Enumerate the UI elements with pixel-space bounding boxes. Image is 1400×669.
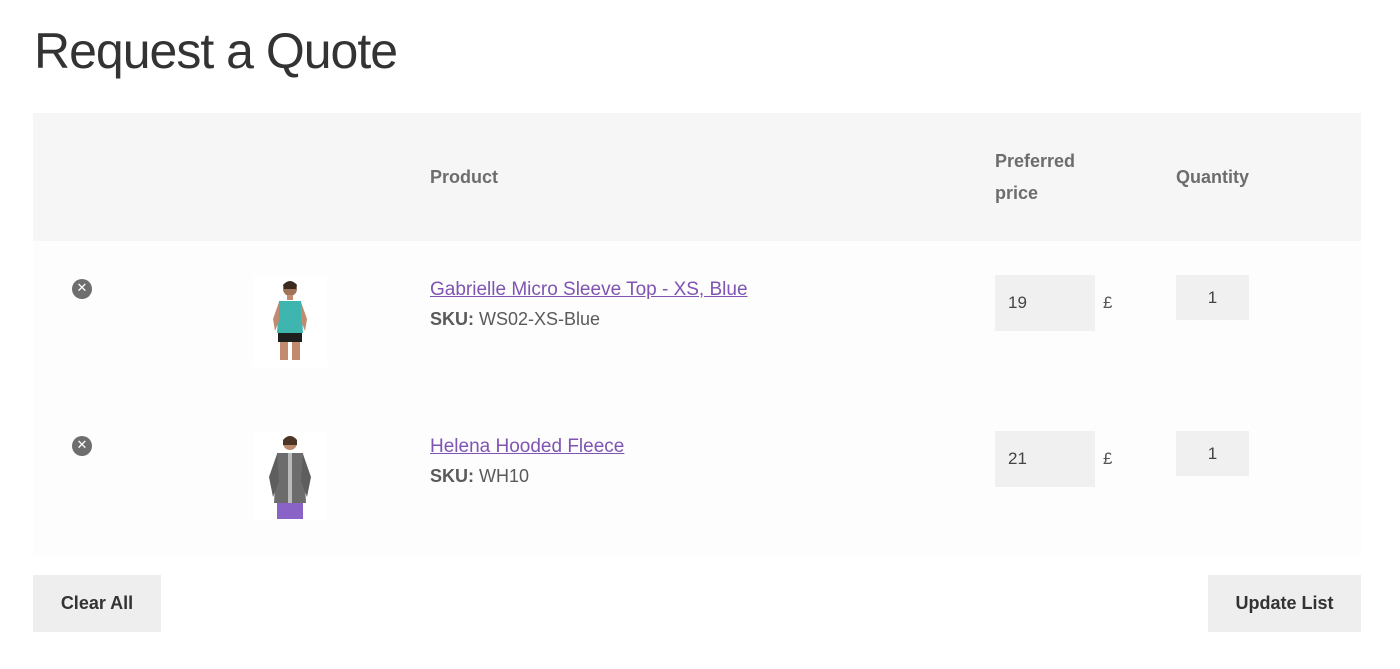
currency-symbol: £: [1103, 449, 1113, 468]
preferred-price-input[interactable]: [995, 275, 1095, 331]
product-link[interactable]: Helena Hooded Fleece: [430, 436, 624, 458]
sku-label: SKU:: [430, 309, 474, 329]
quantity-input[interactable]: [1176, 431, 1249, 476]
product-sku: SKU: WH10: [430, 466, 995, 487]
product-image-woman-grey-hoodie: [269, 436, 311, 519]
preferred-price-input[interactable]: [995, 431, 1095, 487]
product-image-woman-teal-top: [273, 281, 307, 360]
quote-table: Product Preferred price Quantity ✕ Gabri…: [33, 113, 1361, 556]
header-product: Product: [430, 167, 499, 187]
sku-label: SKU:: [430, 466, 474, 486]
currency-symbol: £: [1103, 293, 1113, 312]
header-remove: [33, 113, 253, 241]
clear-all-button[interactable]: Clear All: [33, 575, 161, 632]
sku-value: WS02-XS-Blue: [479, 309, 601, 329]
product-link[interactable]: Gabrielle Micro Sleeve Top - XS, Blue: [430, 279, 748, 301]
header-thumbnail: [253, 113, 430, 241]
update-list-button[interactable]: Update List: [1208, 575, 1361, 632]
close-circle-icon[interactable]: ✕: [72, 436, 92, 456]
header-preferred-price-line2: price: [995, 183, 1039, 203]
product-thumbnail[interactable]: [253, 275, 327, 367]
table-row: ✕ Gabrielle Micro Sleeve Top - XS, Blue …: [33, 241, 1361, 398]
table-row: ✕ Helena Hooded Fleece SKU: WH10 21 £ 1: [33, 398, 1361, 556]
quantity-input[interactable]: [1176, 275, 1249, 320]
header-preferred-price: Preferred price: [995, 113, 1176, 241]
close-circle-icon[interactable]: ✕: [72, 279, 92, 299]
product-sku: SKU: WS02-XS-Blue: [430, 309, 995, 330]
sku-value: WH10: [479, 466, 530, 486]
product-thumbnail[interactable]: [253, 431, 327, 521]
table-header-row: Product Preferred price Quantity: [33, 113, 1361, 241]
header-preferred-price-line1: Preferred: [995, 151, 1076, 171]
header-quantity: Quantity: [1176, 167, 1250, 187]
page-title: Request a Quote: [34, 23, 398, 79]
